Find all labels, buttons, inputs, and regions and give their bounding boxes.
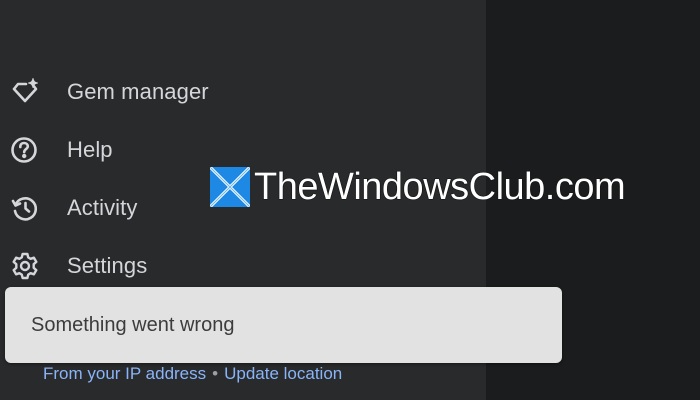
error-toast: Something went wrong bbox=[5, 287, 562, 363]
footer-separator: • bbox=[212, 364, 219, 383]
update-location-link[interactable]: Update location bbox=[224, 364, 342, 384]
sidebar-item-label: Settings bbox=[67, 253, 148, 278]
help-circle-icon bbox=[10, 135, 40, 165]
gear-icon bbox=[10, 251, 40, 281]
history-icon bbox=[10, 193, 40, 223]
toast-message: Something went wrong bbox=[31, 313, 235, 336]
ip-address-link[interactable]: From your IP address bbox=[43, 364, 206, 384]
sidebar-item-gem-manager[interactable]: Gem manager bbox=[0, 68, 300, 116]
app-window: Gem manager Help Activity Settings From … bbox=[0, 0, 700, 400]
sidebar-item-label: Gem manager bbox=[67, 79, 209, 104]
watermark-text: TheWindowsClub.com bbox=[253, 165, 626, 208]
sidebar-item-label: Activity bbox=[67, 195, 138, 220]
gem-sparkle-icon bbox=[10, 77, 40, 107]
windows-logo-icon bbox=[210, 167, 250, 207]
sidebar-item-settings[interactable]: Settings bbox=[0, 242, 300, 290]
location-footer: From your IP address • Update location bbox=[43, 362, 342, 386]
watermark: TheWindowsClub.com bbox=[210, 165, 626, 209]
sidebar-item-label: Help bbox=[67, 137, 113, 162]
